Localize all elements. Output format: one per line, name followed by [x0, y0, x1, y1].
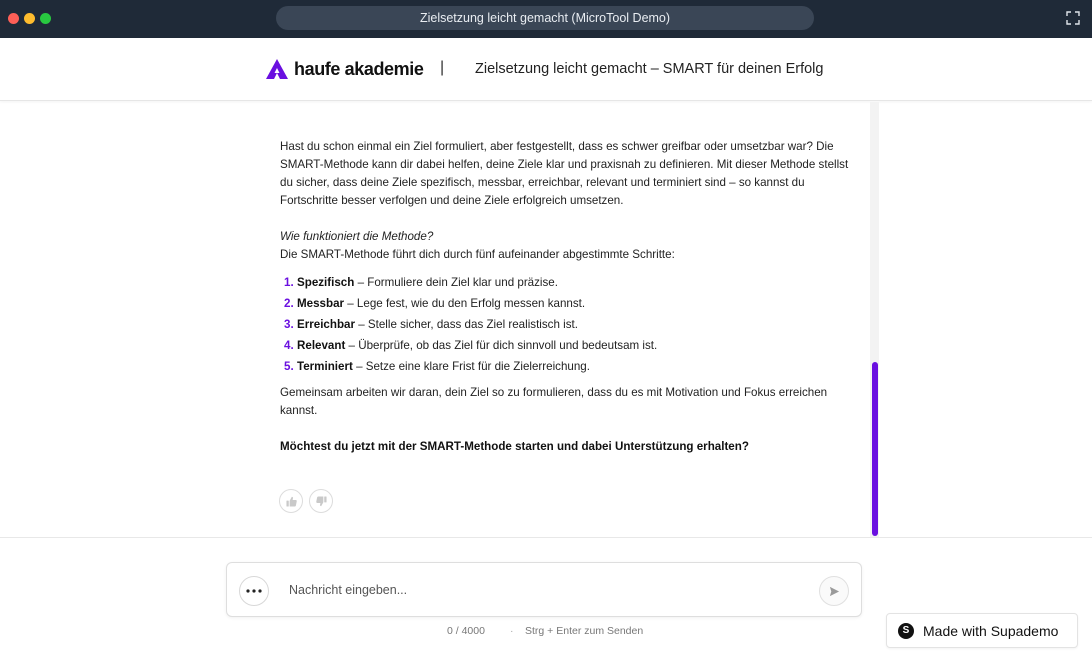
step-term: Erreichbar	[297, 318, 355, 331]
list-item: 3. Erreichbar – Stelle sicher, dass das Z…	[284, 316, 858, 334]
step-text: – Formuliere dein Ziel klar und präzise.	[354, 276, 558, 289]
list-item: 5. Terminiert – Setze eine klare Frist fü…	[284, 358, 858, 376]
step-term: Messbar	[297, 297, 345, 310]
smart-steps-list: 1. Spezifisch – Formuliere dein Ziel klar…	[284, 274, 858, 376]
message-composer	[226, 562, 862, 617]
window-title: Zielsetzung leicht gemacht (MicroTool De…	[276, 6, 814, 30]
divider	[0, 537, 1092, 538]
message-input[interactable]	[289, 579, 809, 601]
fullscreen-icon[interactable]	[1066, 11, 1080, 25]
list-item: 4. Relevant – Überprüfe, ob das Ziel für …	[284, 337, 858, 355]
close-window-button[interactable]	[8, 13, 19, 24]
thumbs-down-button[interactable]	[309, 489, 333, 513]
step-text: – Lege fest, wie du den Erfolg messen ka…	[344, 297, 586, 310]
thumbs-down-icon	[315, 495, 327, 506]
step-number: 2.	[284, 297, 294, 310]
window-titlebar: Zielsetzung leicht gemacht (MicroTool De…	[0, 0, 1092, 38]
step-number: 1.	[284, 276, 294, 289]
step-term: Relevant	[297, 339, 346, 352]
list-item: 2. Messbar – Lege fest, wie du den Erfolg…	[284, 295, 858, 313]
thumbs-up-button[interactable]	[279, 489, 303, 513]
minimize-window-button[interactable]	[24, 13, 35, 24]
list-item: 1. Spezifisch – Formuliere dein Ziel klar…	[284, 274, 858, 292]
more-options-button[interactable]	[239, 576, 269, 606]
made-with-supademo-link[interactable]: S Made with Supademo	[886, 613, 1078, 648]
maximize-window-button[interactable]	[40, 13, 51, 24]
step-number: 3.	[284, 318, 294, 331]
page-title: Zielsetzung leicht gemacht – SMART für d…	[475, 61, 824, 77]
chat-scroll-area[interactable]: Hast du schon einmal ein Ziel formuliert…	[0, 102, 1092, 538]
header-divider: |	[440, 59, 445, 76]
more-horizontal-icon	[246, 589, 262, 593]
message-feedback	[279, 489, 333, 513]
brand-name: haufe akademie	[294, 58, 424, 79]
step-text: – Überprüfe, ob das Ziel für dich sinnvo…	[345, 339, 658, 352]
app-header: haufe akademie | Zielsetzung leicht gema…	[0, 38, 1092, 101]
step-number: 4.	[284, 339, 294, 352]
supademo-label: Made with Supademo	[923, 622, 1059, 639]
scrollbar-thumb[interactable]	[872, 362, 878, 536]
message-outro: Gemeinsam arbeiten wir daran, dein Ziel …	[280, 386, 828, 417]
message-intro: Hast du schon einmal ein Ziel formuliert…	[280, 140, 849, 207]
haufe-akademie-logo[interactable]: haufe akademie	[265, 58, 424, 80]
step-term: Terminiert	[297, 360, 353, 373]
step-term: Spezifisch	[297, 276, 355, 289]
send-icon	[829, 586, 839, 596]
supademo-logo-icon: S	[898, 622, 914, 639]
message-steps-intro: Die SMART-Methode führt dich durch fünf …	[280, 248, 675, 261]
haufe-logo-icon	[266, 59, 288, 79]
step-text: – Stelle sicher, dass das Ziel realistis…	[355, 318, 578, 331]
message-cta: Möchtest du jetzt mit der SMART-Methode …	[280, 440, 749, 453]
message-question: Wie funktioniert die Methode?	[280, 230, 434, 243]
step-text: – Setze eine klare Frist für die Zielerr…	[352, 360, 590, 373]
assistant-message: Hast du schon einmal ein Ziel formuliert…	[280, 138, 858, 456]
step-number: 5.	[284, 360, 294, 373]
send-shortcut-hint: Strg + Enter zum Senden	[525, 625, 644, 637]
char-counter: 0 / 4000	[447, 625, 485, 637]
hint-separator: ·	[510, 625, 514, 637]
thumbs-up-icon	[285, 496, 297, 507]
send-button[interactable]	[819, 576, 849, 606]
